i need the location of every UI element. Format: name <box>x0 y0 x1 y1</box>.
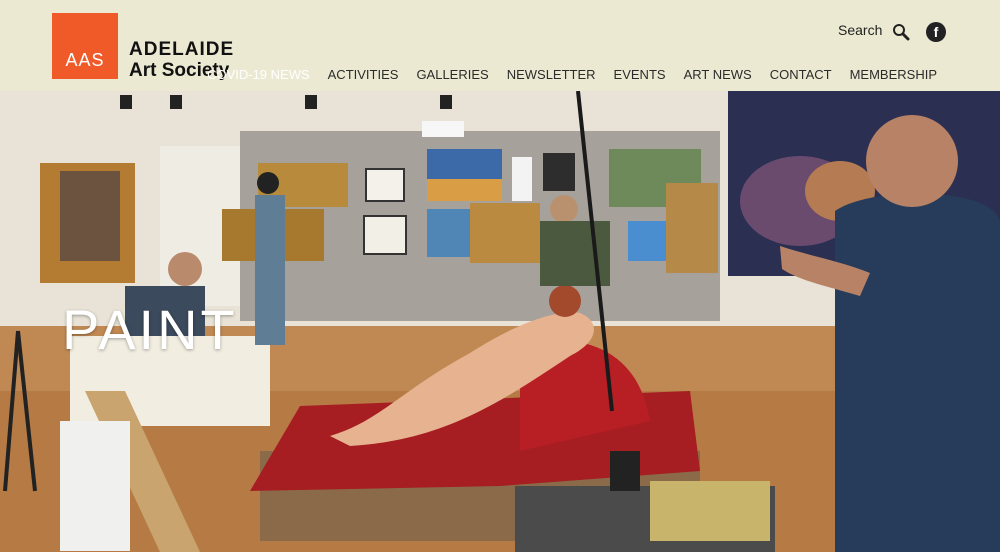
logo-text-line1[interactable]: ADELAIDE <box>129 40 234 60</box>
nav-newsletter[interactable]: NEWSLETTER <box>507 67 596 82</box>
logo[interactable]: AAS <box>52 13 118 79</box>
facebook-icon[interactable]: f <box>926 22 946 42</box>
search-icon[interactable] <box>892 23 910 41</box>
site-header: AAS ADELAIDE Art Society Search f COVID-… <box>0 0 1000 91</box>
facebook-glyph: f <box>933 24 939 40</box>
main-nav: COVID-19 NEWS ACTIVITIES GALLERIES NEWSL… <box>207 67 937 82</box>
nav-activities[interactable]: ACTIVITIES <box>328 67 399 82</box>
logo-mark: AAS <box>65 50 105 70</box>
hero-title: PAINT <box>62 298 238 361</box>
nav-membership[interactable]: MEMBERSHIP <box>850 67 937 82</box>
nav-covid-news[interactable]: COVID-19 NEWS <box>207 67 310 82</box>
hero-banner: PAINT <box>0 91 1000 552</box>
nav-contact[interactable]: CONTACT <box>770 67 832 82</box>
nav-galleries[interactable]: GALLERIES <box>416 67 488 82</box>
search-label[interactable]: Search <box>838 22 882 38</box>
nav-events[interactable]: EVENTS <box>614 67 666 82</box>
nav-art-news[interactable]: ART NEWS <box>684 67 752 82</box>
